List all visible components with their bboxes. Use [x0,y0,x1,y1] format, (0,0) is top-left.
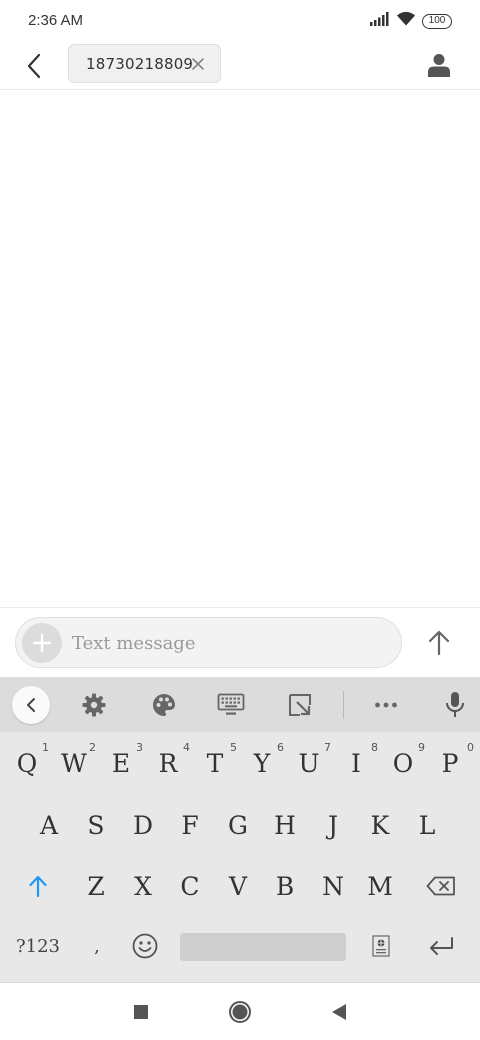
arrow-up-icon [428,630,450,656]
sticker-key[interactable] [366,920,396,972]
wifi-icon [396,11,416,31]
shift-key[interactable] [15,860,61,912]
back-triangle-icon [332,1004,346,1020]
key-m[interactable]: M [358,860,402,912]
resize-button[interactable] [284,689,316,721]
gear-icon [82,693,106,717]
toolbar-divider [343,691,344,719]
key-q[interactable]: Q1 [5,737,49,789]
chevron-left-icon [27,53,41,79]
recipient-number: 18730218809 [86,54,194,73]
message-input[interactable] [72,630,392,656]
keyboard-icon [217,693,245,715]
key-f[interactable]: F [168,799,212,851]
key-hint: 4 [183,741,190,754]
key-hint: 8 [371,741,378,754]
key-t[interactable]: T5 [193,737,237,789]
key-l[interactable]: L [405,799,449,851]
key-hint: 9 [418,741,425,754]
signal-icon [370,11,390,31]
key-v[interactable]: V [216,860,260,912]
palette-icon [153,694,175,716]
contact-button[interactable] [422,48,456,82]
backspace-icon [426,876,455,896]
home-circle-icon [229,1001,251,1023]
key-z[interactable]: Z [74,860,118,912]
sticker-icon [372,935,390,957]
key-n[interactable]: N [311,860,355,912]
recents-button[interactable] [124,995,158,1029]
home-button[interactable] [223,995,257,1029]
key-u[interactable]: U7 [287,737,331,789]
more-button[interactable] [370,689,402,721]
theme-button[interactable] [148,689,180,721]
person-icon [428,54,450,77]
key-d[interactable]: D [121,799,165,851]
key-w[interactable]: W2 [52,737,96,789]
keyboard: Q1 W2 E3 R4 T5 Y6 U7 I8 O9 P0 A S D F G … [0,677,480,982]
emoji-key[interactable] [126,920,164,972]
key-s[interactable]: S [74,799,118,851]
battery-icon: 100 [422,13,452,29]
key-c[interactable]: C [168,860,212,912]
key-hint: 6 [277,741,284,754]
close-icon [192,58,204,70]
enter-icon [430,937,453,955]
key-e[interactable]: E3 [99,737,143,789]
key-hint: 1 [42,741,49,754]
key-a[interactable]: A [27,799,71,851]
key-b[interactable]: B [263,860,307,912]
conversation-header: 18730218809 [0,40,480,90]
key-r[interactable]: R4 [146,737,190,789]
key-hint: 0 [467,741,474,754]
backspace-key[interactable] [418,860,464,912]
emoji-icon [132,933,158,959]
key-p[interactable]: P0 [428,737,474,789]
navigation-bar [0,982,480,1040]
key-hint: 5 [230,741,237,754]
key-i[interactable]: I8 [334,737,378,789]
shift-arrow-icon [29,875,47,897]
message-list [0,91,480,606]
key-y[interactable]: Y6 [240,737,284,789]
key-hint: 2 [89,741,96,754]
comma-key[interactable]: , [80,920,114,972]
key-hint: 3 [136,741,143,754]
chevron-left-icon [27,698,35,712]
more-icon [375,702,397,708]
remove-recipient-button[interactable] [190,56,206,72]
key-h[interactable]: H [263,799,307,851]
settings-button[interactable] [78,689,110,721]
voice-input-button[interactable] [439,689,471,721]
key-x[interactable]: X [121,860,165,912]
status-bar: 2:36 AM 100 [0,0,480,40]
message-box [15,617,402,668]
key-g[interactable]: G [216,799,260,851]
space-key[interactable] [180,933,346,961]
send-button[interactable] [422,626,456,660]
keyboard-toolbar [0,677,480,732]
plus-icon [32,633,52,653]
key-j[interactable]: J [311,799,355,851]
enter-key[interactable] [420,920,462,972]
status-time: 2:36 AM [28,12,84,29]
toolbar-collapse-button[interactable] [12,686,50,724]
back-nav-button[interactable] [322,995,356,1029]
microphone-icon [446,692,464,717]
keyboard-switch-button[interactable] [215,689,247,721]
recipient-chip[interactable]: 18730218809 [68,44,221,83]
resize-icon [289,694,311,716]
key-hint: 7 [324,741,331,754]
recents-square-icon [134,1005,148,1019]
compose-bar [0,607,480,677]
add-attachment-button[interactable] [22,623,62,663]
symbols-key[interactable]: ?123 [10,920,66,972]
key-k[interactable]: K [358,799,402,851]
key-o[interactable]: O9 [381,737,425,789]
back-button[interactable] [16,48,52,84]
status-icons: 100 [370,11,452,31]
